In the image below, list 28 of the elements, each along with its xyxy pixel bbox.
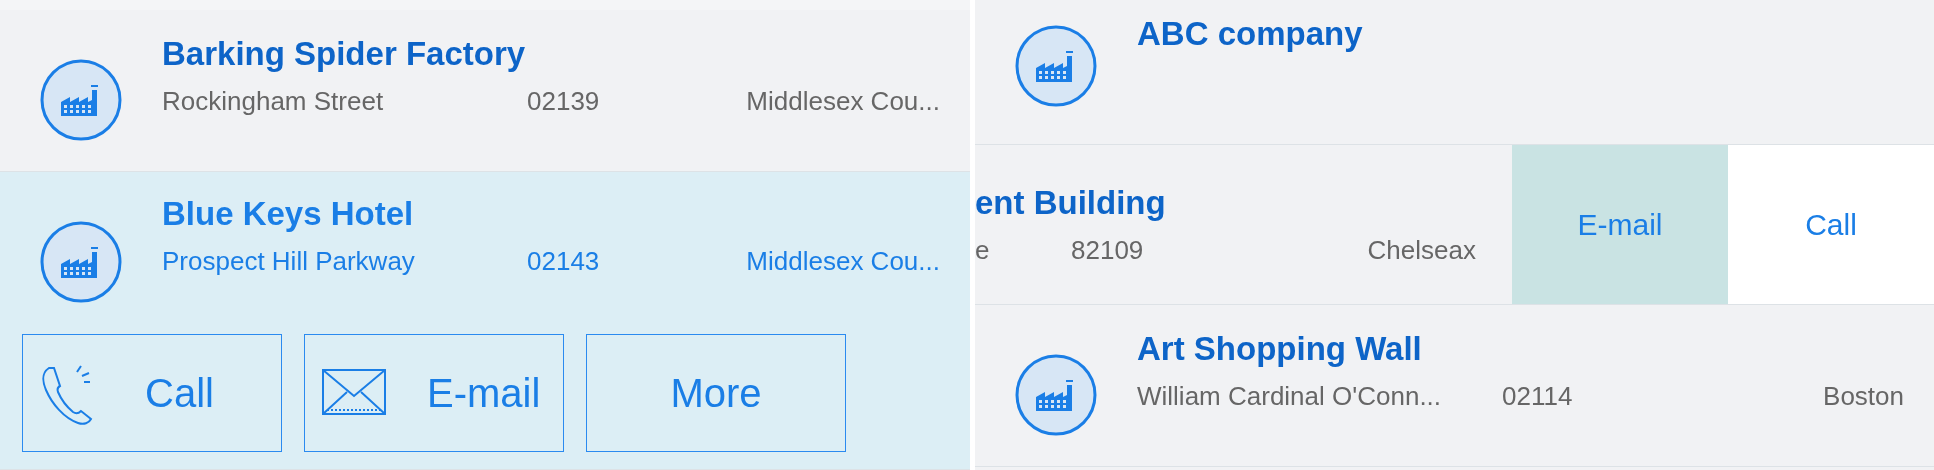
region-name: Boston xyxy=(1823,379,1904,413)
postal-code: 02114 xyxy=(1502,379,1574,413)
company-name: ent Building xyxy=(975,183,1167,223)
call-button[interactable]: Call xyxy=(1728,145,1934,304)
postal-code: 02139 xyxy=(527,84,601,118)
street-address: e xyxy=(975,233,991,267)
postal-code: 82109 xyxy=(1071,233,1145,267)
list-row[interactable]: Blue Keys Hotel Prospect Hill Parkway 02143 Middlesex Cou... Call E-mail More xyxy=(0,172,970,470)
postal-code: 02143 xyxy=(527,244,601,278)
action-button[interactable]: Call xyxy=(22,334,282,452)
company-name: ABC company xyxy=(1137,14,1364,54)
region-name: Middlesex Cou... xyxy=(746,84,940,118)
factory-icon xyxy=(1014,353,1098,437)
region-name: Chelseax xyxy=(1367,233,1476,267)
street-address: Rockingham Street xyxy=(162,84,385,118)
email-button[interactable]: E-mail xyxy=(1512,145,1728,304)
company-name: Barking Spider Factory xyxy=(162,34,527,74)
action-button[interactable]: More xyxy=(586,334,846,452)
action-button[interactable]: E-mail xyxy=(304,334,564,452)
factory-icon xyxy=(1014,24,1098,108)
street-address: William Cardinal O'Conn... xyxy=(1137,379,1443,413)
street-address: Prospect Hill Parkway xyxy=(162,244,416,278)
envelope-icon xyxy=(321,368,387,418)
region-name: Middlesex Cou... xyxy=(746,244,940,278)
factory-icon xyxy=(39,220,123,304)
factory-icon xyxy=(39,58,123,142)
company-name: Blue Keys Hotel xyxy=(162,194,415,234)
company-name: Art Shopping Wall xyxy=(1137,329,1423,369)
